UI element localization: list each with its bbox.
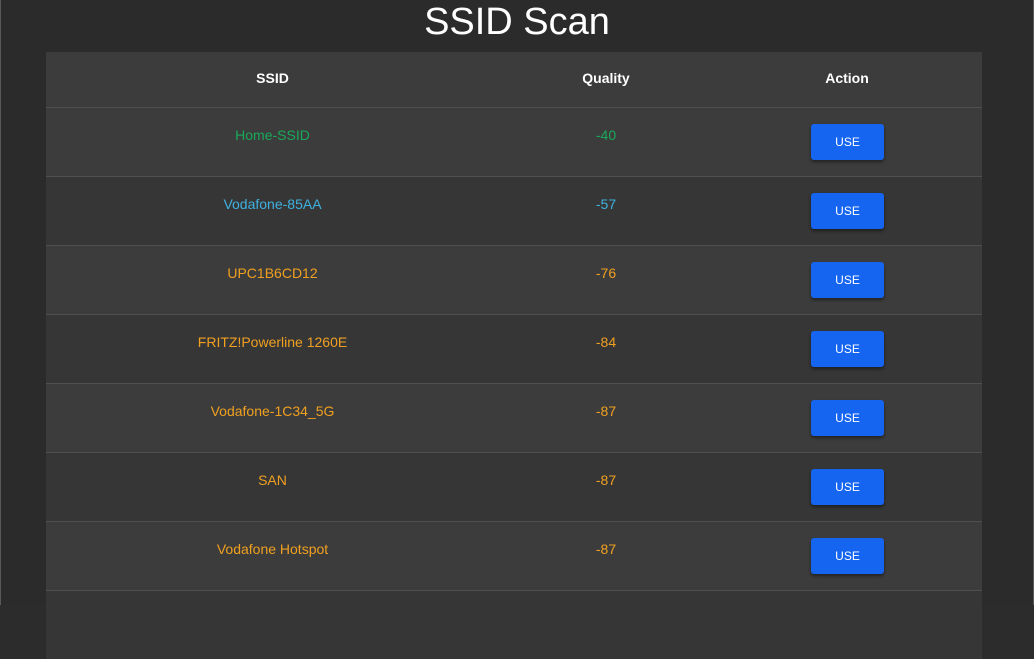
quality-cell: -57 [595,196,617,212]
table-row: Home-SSID -40 USE [46,108,982,177]
page-frame: SSID Scan SSID Quality Action Home-SSID … [0,0,1034,659]
table-header: SSID Quality Action [46,52,982,108]
ssid-cell: SAN [258,472,287,488]
table-row: Vodafone Hotspot -87 USE [46,522,982,591]
use-button[interactable]: USE [811,331,884,367]
quality-cell: -87 [595,541,617,557]
quality-cell: -40 [595,127,617,143]
quality-cell: -87 [595,472,617,488]
ssid-cell: Vodafone-85AA [223,196,322,212]
page-title: SSID Scan [424,1,610,43]
table-row-partial [46,591,982,659]
use-button[interactable]: USE [811,262,884,298]
column-header-quality: Quality [582,70,630,86]
ssid-table: SSID Quality Action Home-SSID -40 USE Vo… [46,52,982,659]
use-button[interactable]: USE [811,469,884,505]
table-row: UPC1B6CD12 -76 USE [46,246,982,315]
table-row: FRITZ!Powerline 1260E -84 USE [46,315,982,384]
use-button[interactable]: USE [811,193,884,229]
quality-cell: -84 [595,334,617,350]
ssid-cell: UPC1B6CD12 [227,265,318,281]
column-header-action: Action [825,70,869,86]
ssid-cell: Vodafone Hotspot [216,541,329,557]
table-row: SAN -87 USE [46,453,982,522]
use-button[interactable]: USE [811,538,884,574]
table-row: Vodafone-85AA -57 USE [46,177,982,246]
use-button[interactable]: USE [811,124,884,160]
ssid-cell: Home-SSID [235,127,310,143]
ssid-cell: FRITZ!Powerline 1260E [197,334,348,350]
quality-cell: -87 [595,403,617,419]
quality-cell: -76 [595,265,617,281]
ssid-cell: Vodafone-1C34_5G [210,403,335,419]
use-button[interactable]: USE [811,400,884,436]
column-header-ssid: SSID [256,70,289,86]
table-row: Vodafone-1C34_5G -87 USE [46,384,982,453]
